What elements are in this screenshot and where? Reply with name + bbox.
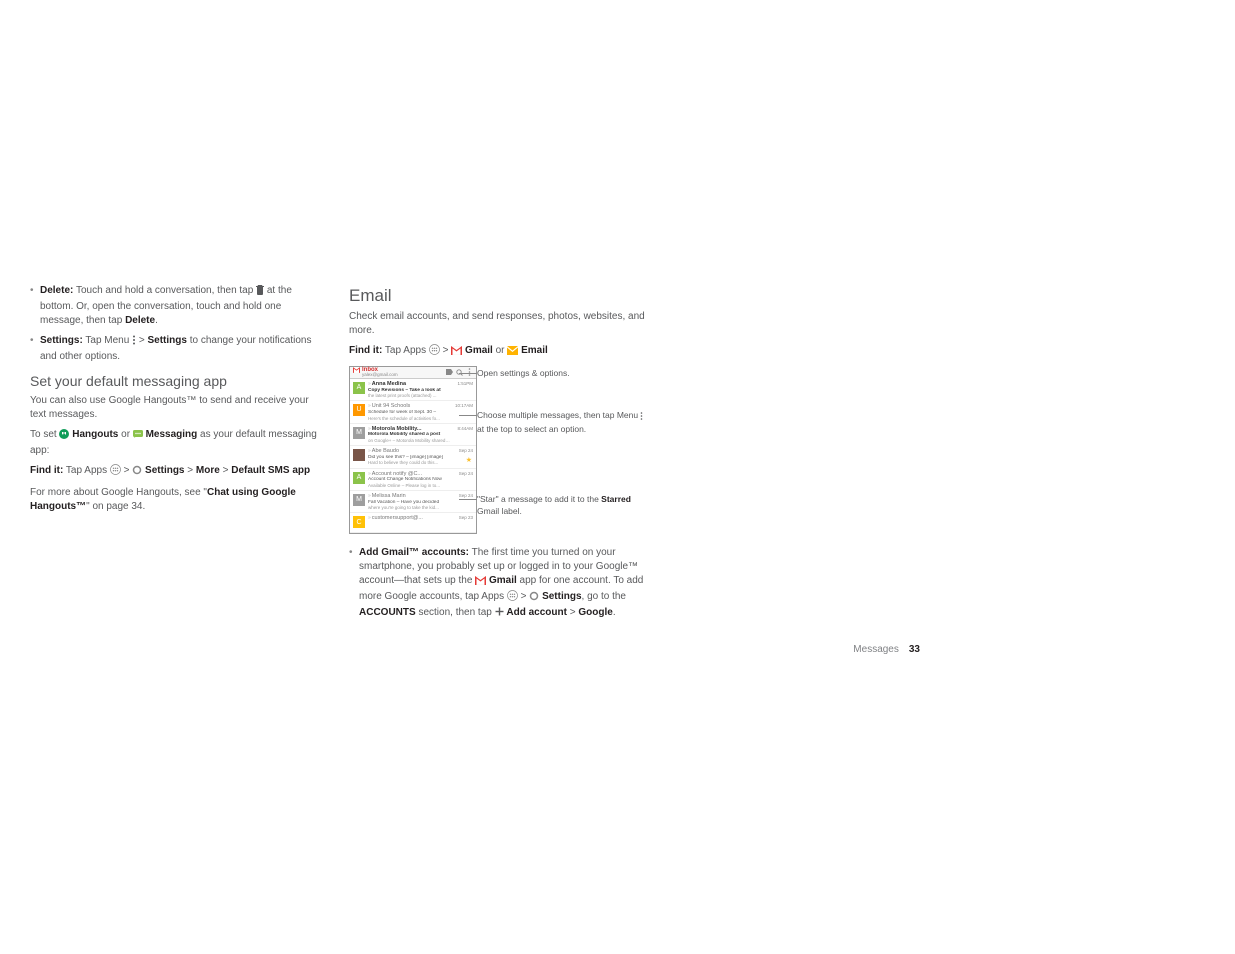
apps-icon: [110, 464, 121, 480]
mail-time: 1:51PM: [451, 381, 473, 398]
avatar: M: [353, 427, 365, 439]
phone-header: Inbox yalex@gmail.com: [350, 367, 476, 379]
avatar: C: [353, 516, 365, 528]
mail-preview: Available Online – Please log in to...: [368, 483, 451, 488]
messaging-icon: [133, 429, 143, 444]
mail-time: 10:17AM: [451, 403, 473, 420]
mail-preview: the latest print proofs (attached) ...: [368, 393, 451, 398]
gmail-icon: [475, 576, 486, 590]
mail-preview: Here's the schedule of activities fo...: [368, 416, 451, 421]
mail-sender: Anna Medina: [372, 381, 406, 387]
mail-sender: customersupport@...: [372, 515, 423, 521]
mail-sender: Unit 94 Schools: [372, 403, 411, 409]
bullet-delete: • Delete: Touch and hold a conversation,…: [30, 284, 325, 328]
star-icon: ★: [466, 456, 472, 466]
apps-icon: [429, 344, 440, 360]
bullet-settings: • Settings: Tap Menu > Settings to chang…: [30, 334, 325, 364]
bullet-add-gmail: • Add Gmail™ accounts: The first time yo…: [349, 546, 649, 621]
menu-dots-icon: [640, 412, 643, 424]
hangouts-icon: [59, 429, 69, 444]
avatar: A: [353, 382, 365, 394]
mail-time: Sep 24: [451, 493, 473, 510]
mail-row: U»Unit 94 SchoolsSchedule for week of Se…: [350, 401, 476, 423]
email-icon: [507, 346, 518, 360]
mail-preview: on Google+ – Motorola Mobility shared a …: [368, 438, 451, 443]
email-heading: Email: [349, 284, 649, 308]
default-app-p2: To set Hangouts or Messaging as your def…: [30, 428, 325, 458]
find-it-left: Find it: Tap Apps > Settings > More > De…: [30, 464, 325, 480]
find-it-right: Find it: Tap Apps > Gmail or Email: [349, 344, 649, 360]
mail-row: A»Account notify @C...Account Change Not…: [350, 469, 476, 491]
mail-preview: Hard to believe they could do this...: [368, 460, 451, 465]
avatar: U: [353, 404, 365, 416]
mail-row: »Abe BaudoDid you see this? – [image] [i…: [350, 446, 476, 468]
email-intro: Check email accounts, and send responses…: [349, 310, 649, 338]
gear-icon: [529, 591, 539, 606]
gmail-icon: [451, 346, 462, 360]
avatar: [353, 449, 365, 461]
phone-frame: Inbox yalex@gmail.com A»Anna MedinaCopy …: [349, 366, 477, 535]
avatar: M: [353, 494, 365, 506]
mail-row: A»Anna MedinaCopy Revisions – Take a loo…: [350, 379, 476, 401]
default-app-heading: Set your default messaging app: [30, 372, 325, 392]
phone-account: yalex@gmail.com: [362, 373, 443, 378]
labels-icon: [445, 368, 453, 376]
phone-illustration: Inbox yalex@gmail.com A»Anna MedinaCopy …: [349, 366, 649, 535]
callout-open-settings: Open settings & options.: [477, 368, 570, 378]
trash-icon: [256, 285, 264, 300]
mail-time: Sep 24: [451, 471, 473, 488]
hangouts-ref: For more about Google Hangouts, see "Cha…: [30, 486, 325, 514]
mail-time: Sep 24★: [451, 448, 473, 465]
mail-sender: Account notify @C...: [372, 471, 422, 477]
plus-icon: [495, 607, 504, 621]
mail-sender: Abe Baudo: [372, 448, 399, 454]
apps-icon: [507, 590, 518, 606]
mail-sender: Melissa Marin: [372, 493, 406, 499]
right-column: Email Check email accounts, and send res…: [349, 284, 649, 627]
left-column: • Delete: Touch and hold a conversation,…: [30, 284, 325, 627]
callout-star: "Star" a message to add it to the Starre…: [477, 494, 631, 516]
page-footer: Messages33: [853, 643, 920, 657]
mail-subject: Account Change Notifications Now: [368, 477, 451, 483]
gmail-small-icon: [353, 367, 360, 377]
mail-row: M»Motorola Mobility...Motorola Mobility …: [350, 424, 476, 446]
callout-multi-select: Choose multiple messages, then tap Menu …: [477, 410, 643, 434]
mail-row: M»Melissa MarinFall Vacation – Have you …: [350, 491, 476, 513]
settings-label: Settings:: [40, 335, 83, 346]
gear-icon: [132, 465, 142, 480]
mail-time: 8:44AM: [451, 426, 473, 443]
mail-sender: Motorola Mobility...: [372, 426, 422, 432]
mail-preview: where you're going to take the kid...: [368, 505, 451, 510]
mail-time: Sep 23: [451, 515, 473, 530]
mail-row: C»customersupport@...Sep 23: [350, 513, 476, 533]
default-app-p1: You can also use Google Hangouts™ to sen…: [30, 394, 325, 422]
delete-label: Delete:: [40, 285, 73, 296]
avatar: A: [353, 472, 365, 484]
